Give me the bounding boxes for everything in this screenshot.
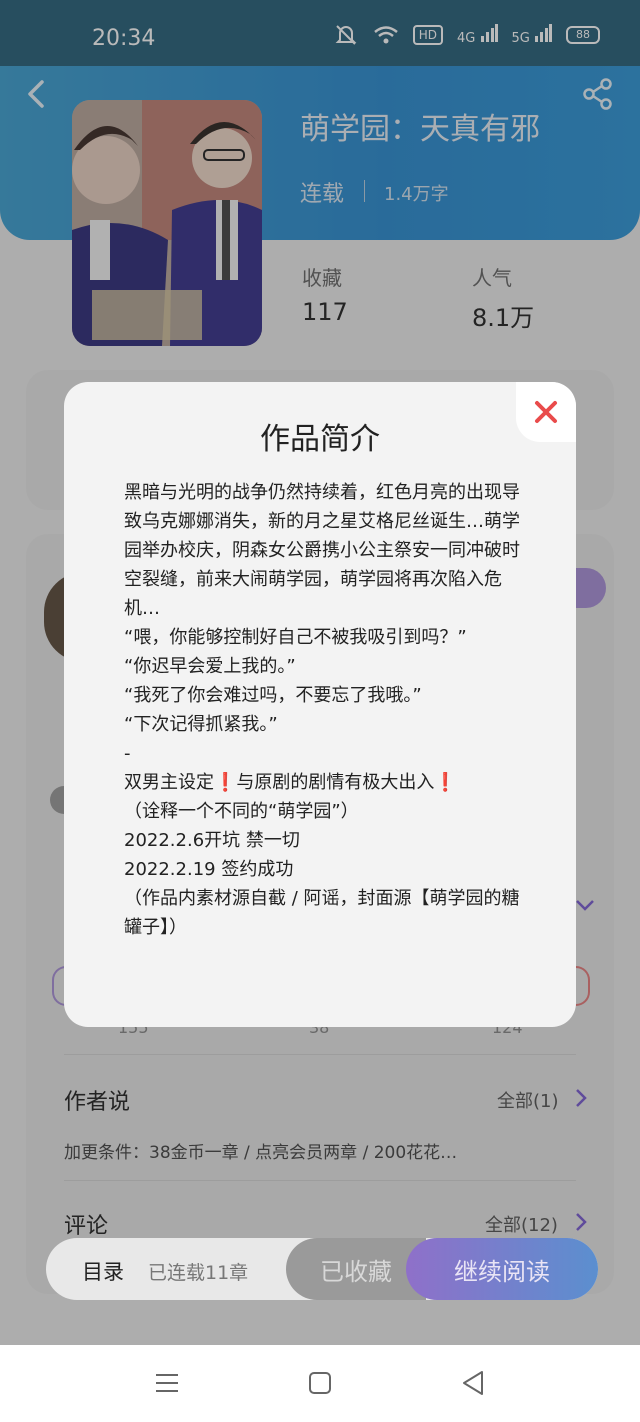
status-time: 20:34: [92, 26, 156, 51]
table-of-contents-button[interactable]: 目录: [82, 1256, 124, 1286]
intro-paragraph: “下次记得抓紧我。”: [124, 714, 278, 735]
comments-title: 评论: [64, 1214, 109, 1239]
status-bar: 20:34 HD 4G 5G 88: [0, 0, 640, 66]
back-triangle-icon[interactable]: [458, 1368, 488, 1398]
hd-icon: HD: [412, 25, 443, 45]
intro-paragraph: 黑暗与光明的战争仍然持续着，红色月亮的出现导致乌克娜娜消失，新的月之星艾格尼丝诞…: [124, 482, 520, 619]
mute-icon: [335, 25, 357, 45]
stat-label-favorites: 收藏: [302, 266, 342, 290]
intro-paragraph: 双男主设定❗与原剧的剧情有极大出入❗: [124, 772, 457, 793]
intro-paragraph: （诠释一个不同的“萌学园”）: [124, 801, 359, 822]
chevron-down-icon[interactable]: [574, 898, 596, 914]
intro-paragraph: “你迟早会爱上我的。”: [124, 656, 296, 677]
signal-bars-icon: [535, 24, 552, 42]
divider: [364, 180, 365, 202]
author-says-title: 作者说: [64, 1090, 131, 1115]
status-icons: HD 4G 5G 88: [333, 24, 600, 46]
divider: [64, 1180, 576, 1181]
stat-label-popularity: 人气: [472, 266, 512, 290]
stat-value-popularity: 8.1万: [472, 304, 535, 332]
author-note-text[interactable]: 加更条件：38金币一章 / 点亮会员两章 / 200花花…: [64, 1138, 457, 1163]
chapter-count: 已连载11章: [148, 1262, 249, 1284]
intro-paragraph: （作品内素材源自截 / 阿谣，封面源【萌学园的糖罐子】）: [124, 888, 520, 938]
chevron-right-icon[interactable]: [574, 1088, 588, 1108]
intro-paragraph: 2022.2.19 签约成功: [124, 859, 294, 880]
stat-value-favorites: 117: [302, 298, 348, 326]
continue-reading-button[interactable]: 继续阅读: [406, 1238, 598, 1300]
book-word-count: 1.4万字: [384, 184, 449, 205]
divider: [64, 1054, 576, 1055]
favorited-button[interactable]: 已收藏: [286, 1238, 426, 1300]
wifi-icon: [373, 26, 398, 44]
intro-paragraph: “喂，你能够控制好自己不被我吸引到吗？”: [124, 627, 467, 648]
battery-icon: 88: [566, 26, 600, 44]
close-icon: [535, 401, 557, 423]
4g-signal-icon: 4G: [457, 24, 498, 46]
book-title: 萌学园：天真有邪: [300, 112, 540, 147]
4g-label: 4G: [457, 31, 476, 46]
intro-paragraph: -: [124, 743, 131, 764]
intro-paragraph: “我死了你会难过吗，不要忘了我哦。”: [124, 685, 422, 706]
comments-more[interactable]: 全部(12): [485, 1211, 558, 1237]
signal-bars-icon: [480, 24, 498, 42]
cover-illustration: [72, 100, 262, 346]
5g-signal-icon: 5G: [511, 24, 552, 46]
chevron-right-icon[interactable]: [574, 1212, 588, 1232]
intro-paragraph: 2022.2.6开坑 禁一切: [124, 830, 300, 851]
close-button[interactable]: [516, 382, 576, 442]
book-status: 连载: [300, 182, 345, 207]
share-icon[interactable]: [582, 78, 614, 110]
back-arrow-icon[interactable]: [22, 78, 50, 110]
book-cover-image[interactable]: [72, 100, 262, 346]
5g-label: 5G: [511, 31, 530, 46]
intro-text: 黑暗与光明的战争仍然持续着，红色月亮的出现导致乌克娜娜消失，新的月之星艾格尼丝诞…: [124, 478, 520, 942]
author-says-more[interactable]: 全部(1): [497, 1087, 559, 1113]
menu-icon[interactable]: [152, 1368, 182, 1398]
home-icon[interactable]: [305, 1368, 335, 1398]
